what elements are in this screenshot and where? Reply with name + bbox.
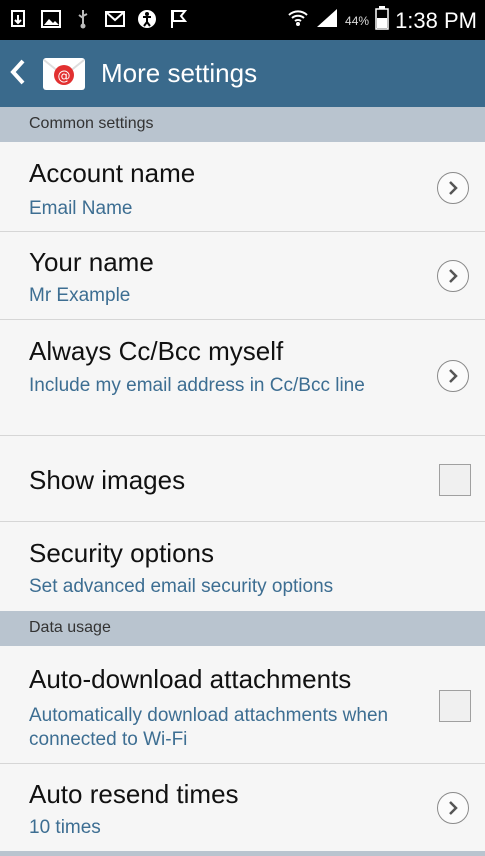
setting-title: Always Cc/Bcc myself: [29, 336, 284, 366]
setting-cc-bcc[interactable]: Always Cc/Bcc myself Include my email ad…: [0, 320, 485, 436]
setting-title: Auto resend times: [29, 779, 239, 809]
battery-percent: 44%: [345, 13, 370, 28]
setting-title: Show images: [29, 465, 186, 495]
usb-icon: [72, 8, 94, 30]
setting-subtitle: Email Name: [29, 198, 133, 219]
setting-auto-download[interactable]: Auto-download attachments Automatically …: [0, 646, 485, 764]
setting-account-name[interactable]: Account name Email Name: [0, 142, 485, 232]
setting-title: Security options: [29, 538, 214, 568]
setting-title: Account name: [29, 158, 196, 188]
setting-subtitle: Set advanced email security options: [29, 576, 334, 597]
section-label: Data usage: [29, 619, 111, 636]
email-app-icon[interactable]: @: [42, 56, 86, 92]
notification-icons: [8, 8, 190, 30]
system-icons: 44% 1:38 PM: [287, 6, 477, 35]
chevron-right-icon[interactable]: [437, 172, 469, 204]
chevron-right-icon[interactable]: [437, 260, 469, 292]
section-header-common: Common settings: [0, 107, 485, 142]
setting-show-images[interactable]: Show images: [0, 436, 485, 522]
flag-icon: [168, 8, 190, 30]
clock: 1:38 PM: [395, 7, 477, 33]
setting-title: Your name: [29, 247, 154, 277]
setting-subtitle: Automatically download attachments when …: [29, 705, 389, 750]
bottom-divider: [0, 851, 485, 856]
setting-security-options[interactable]: Security options Set advanced email secu…: [0, 522, 485, 611]
section-label: Common settings: [29, 115, 154, 132]
setting-your-name[interactable]: Your name Mr Example: [0, 232, 485, 320]
status-bar: 44% 1:38 PM: [0, 0, 485, 40]
mail-icon: [104, 8, 126, 30]
back-icon[interactable]: [10, 58, 26, 91]
chevron-right-icon[interactable]: [437, 792, 469, 824]
action-bar: @ More settings: [0, 40, 485, 107]
section-header-data-usage: Data usage: [0, 611, 485, 646]
setting-title: Auto-download attachments: [29, 664, 352, 694]
signal-icon: [315, 7, 339, 34]
battery-icon: [375, 6, 389, 35]
setting-subtitle: 10 times: [29, 817, 101, 838]
accessibility-icon: [136, 8, 158, 30]
setting-auto-resend[interactable]: Auto resend times 10 times: [0, 764, 485, 851]
show-images-checkbox[interactable]: [439, 464, 471, 496]
svg-text:@: @: [58, 69, 71, 84]
setting-subtitle: Mr Example: [29, 285, 131, 306]
wifi-icon: [287, 7, 309, 34]
setting-subtitle: Include my email address in Cc/Bcc line: [29, 375, 365, 396]
auto-download-checkbox[interactable]: [439, 690, 471, 722]
download-icon: [8, 8, 30, 30]
page-title: More settings: [101, 58, 258, 88]
chevron-right-icon[interactable]: [437, 360, 469, 392]
image-icon: [40, 8, 62, 30]
